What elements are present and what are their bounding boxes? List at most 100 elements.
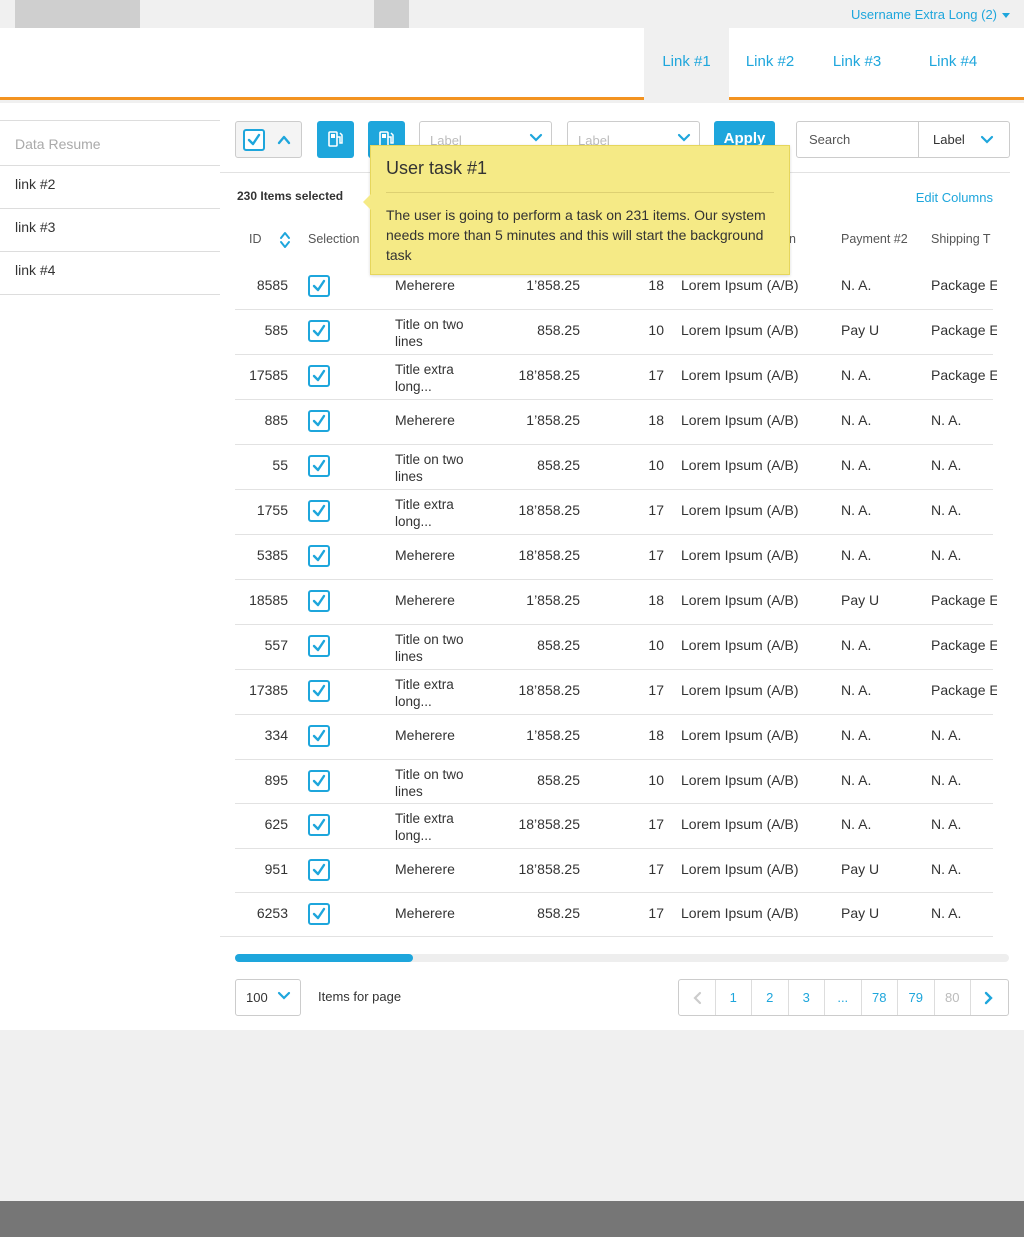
cell-amount: 1’858.25 xyxy=(526,727,580,743)
cell-shipping: N. A. xyxy=(931,905,962,921)
cell-amount: 1’858.25 xyxy=(526,592,580,608)
cell-shipping: Package E xyxy=(931,367,997,383)
caret-down-icon xyxy=(1002,13,1010,19)
table-row[interactable]: 17585 Title extra long... 18’858.25 17 Lorem… xyxy=(235,354,997,398)
column-header-n[interactable]: n xyxy=(789,232,796,246)
column-header-selection[interactable]: Selection xyxy=(308,232,359,246)
cell-title: Title extra long... xyxy=(395,811,454,843)
cell-lorem: Lorem Ipsum (A/B) xyxy=(681,412,799,428)
column-header-shipping[interactable]: Shipping T xyxy=(931,232,1003,246)
cell-title: Title extra long... xyxy=(395,362,454,394)
row-checkbox[interactable] xyxy=(308,455,330,477)
pagination: 1 2 3 ... 78 79 80 xyxy=(678,979,1009,1016)
cell-title: Meherere xyxy=(395,905,455,921)
row-checkbox[interactable] xyxy=(308,635,330,657)
cell-id: 5385 xyxy=(256,547,288,563)
row-checkbox[interactable] xyxy=(308,545,330,567)
horizontal-scrollbar[interactable] xyxy=(235,954,1009,962)
cell-lorem: Lorem Ipsum (A/B) xyxy=(681,682,799,698)
cell-id: 55 xyxy=(272,457,288,473)
page-3[interactable]: 3 xyxy=(789,980,825,1015)
page-79[interactable]: 79 xyxy=(898,980,935,1015)
cell-lorem: Lorem Ipsum (A/B) xyxy=(681,772,799,788)
check-icon xyxy=(312,369,326,382)
row-checkbox[interactable] xyxy=(308,275,330,297)
cell-quantity: 17 xyxy=(648,502,664,518)
table-row[interactable]: 17385 Title extra long... 18’858.25 17 Lorem… xyxy=(235,669,997,713)
table-row[interactable]: 6253 Meherere 858.25 17 Lorem Ipsum (A/B) Pay… xyxy=(235,892,993,936)
edit-columns-link[interactable]: Edit Columns xyxy=(916,190,993,205)
search-filter-select[interactable]: Label xyxy=(933,132,965,147)
table-row[interactable]: 55 Title on two lines 858.25 10 Lorem Ipsum … xyxy=(235,444,993,488)
page-1[interactable]: 1 xyxy=(716,980,752,1015)
table-row[interactable]: 895 Title on two lines 858.25 10 Lorem Ipsum… xyxy=(235,759,993,803)
nav-link-4[interactable]: Link #4 xyxy=(903,28,1003,100)
cell-payment: Pay U xyxy=(841,592,880,608)
cell-id: 625 xyxy=(264,816,288,832)
cell-id: 18585 xyxy=(249,592,288,608)
page-78[interactable]: 78 xyxy=(862,980,898,1015)
nav-link-3[interactable]: Link #3 xyxy=(811,28,903,100)
row-checkbox[interactable] xyxy=(308,859,330,881)
cell-lorem: Lorem Ipsum (A/B) xyxy=(681,592,799,608)
cell-payment: N. A. xyxy=(841,502,872,518)
select-all-checkbox[interactable] xyxy=(243,129,265,151)
table-row[interactable]: 334 Meherere 1’858.25 18 Lorem Ipsum (A/B) N.… xyxy=(235,714,993,758)
page-2[interactable]: 2 xyxy=(752,980,789,1015)
column-header-payment-2[interactable]: Payment #2 xyxy=(841,232,908,246)
row-checkbox[interactable] xyxy=(308,680,330,702)
cell-payment: Pay U xyxy=(841,861,880,877)
table-row[interactable]: 18585 Meherere 1’858.25 18 Lorem Ipsum (A/B)… xyxy=(235,579,997,623)
row-checkbox[interactable] xyxy=(308,590,330,612)
row-checkbox[interactable] xyxy=(308,814,330,836)
nav-link-2[interactable]: Link #2 xyxy=(729,28,811,100)
row-checkbox[interactable] xyxy=(308,903,330,925)
table-row[interactable]: 557 Title on two lines 858.25 10 Lorem Ipsum… xyxy=(235,624,997,668)
table-row[interactable]: 585 Title on two lines 858.25 10 Lorem Ipsum… xyxy=(235,309,997,353)
cell-payment: N. A. xyxy=(841,772,872,788)
chevron-down-icon[interactable] xyxy=(980,135,994,145)
fuel-action-button[interactable] xyxy=(317,121,354,158)
scrollbar-thumb[interactable] xyxy=(235,954,413,962)
table-row[interactable]: 1755 Title extra long... 18’858.25 17 Lorem … xyxy=(235,489,993,533)
row-checkbox[interactable] xyxy=(308,320,330,342)
cell-lorem: Lorem Ipsum (A/B) xyxy=(681,367,799,383)
cell-lorem: Lorem Ipsum (A/B) xyxy=(681,637,799,653)
sidebar-item-link-4[interactable]: link #4 xyxy=(0,252,220,295)
table-row[interactable]: 951 Meherere 18’858.25 17 Lorem Ipsum (A/B) P… xyxy=(235,848,993,892)
search-input[interactable]: Search xyxy=(809,132,850,147)
sidebar-item-link-2[interactable]: link #2 xyxy=(0,166,220,209)
cell-title: Title on two lines xyxy=(395,317,464,349)
row-checkbox[interactable] xyxy=(308,410,330,432)
row-checkbox[interactable] xyxy=(308,500,330,522)
chevron-right-icon xyxy=(985,991,993,1005)
table-row[interactable]: 5385 Meherere 18’858.25 17 Lorem Ipsum (A/B)… xyxy=(235,534,993,578)
cell-lorem: Lorem Ipsum (A/B) xyxy=(681,816,799,832)
chevron-up-icon[interactable] xyxy=(277,134,291,146)
sort-icon[interactable] xyxy=(278,230,292,250)
tooltip-arrow xyxy=(363,194,371,210)
nav-link-1[interactable]: Link #1 xyxy=(644,28,729,100)
cell-title: Meherere xyxy=(395,861,455,877)
user-menu[interactable]: Username Extra Long (2) xyxy=(851,7,1010,22)
prev-page-button[interactable] xyxy=(679,980,716,1015)
chevron-left-icon xyxy=(693,991,701,1005)
cell-payment: N. A. xyxy=(841,457,872,473)
cell-id: 6253 xyxy=(256,905,288,921)
page-80[interactable]: 80 xyxy=(935,980,971,1015)
table-row[interactable]: 625 Title extra long... 18’858.25 17 Lorem I… xyxy=(235,803,993,847)
column-header-id[interactable]: ID xyxy=(249,232,262,246)
check-icon xyxy=(312,684,326,697)
table-row[interactable]: 885 Meherere 1’858.25 18 Lorem Ipsum (A/B) N.… xyxy=(235,399,993,443)
row-checkbox[interactable] xyxy=(308,725,330,747)
sidebar-item-link-3[interactable]: link #3 xyxy=(0,209,220,252)
select-all-control[interactable] xyxy=(235,121,302,158)
cell-title: Title extra long... xyxy=(395,497,454,529)
page-ellipsis[interactable]: ... xyxy=(825,980,862,1015)
cell-quantity: 10 xyxy=(648,322,664,338)
row-checkbox[interactable] xyxy=(308,770,330,792)
row-checkbox[interactable] xyxy=(308,365,330,387)
next-page-button[interactable] xyxy=(971,980,1008,1015)
cell-quantity: 17 xyxy=(648,861,664,877)
items-per-page-select[interactable]: 100 xyxy=(235,979,301,1016)
